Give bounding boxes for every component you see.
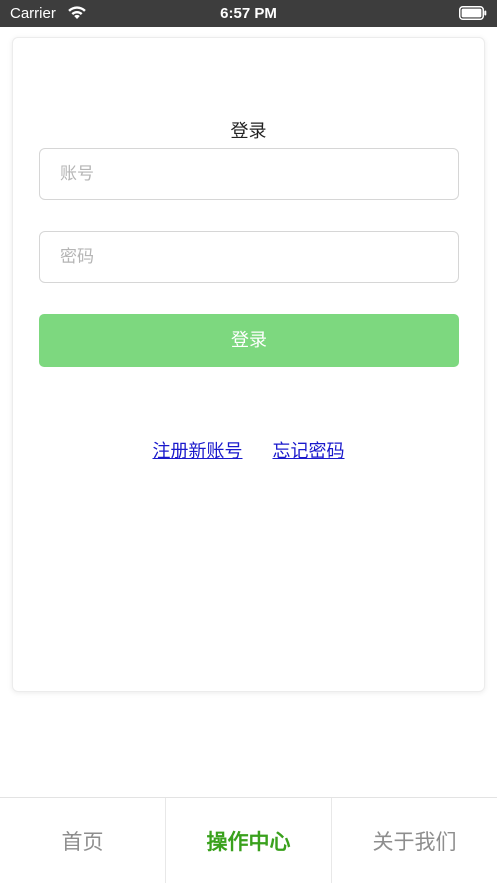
account-input[interactable] xyxy=(39,148,459,200)
login-button[interactable]: 登录 xyxy=(39,314,459,367)
tab-home[interactable]: 首页 xyxy=(0,798,165,883)
bottom-tab-bar: 首页 操作中心 关于我们 xyxy=(0,797,497,883)
battery-full-icon xyxy=(459,6,487,20)
status-time: 6:57 PM xyxy=(220,5,277,22)
status-bar: Carrier 6:57 PM xyxy=(0,0,497,27)
register-link[interactable]: 注册新账号 xyxy=(153,441,243,462)
tab-about-us[interactable]: 关于我们 xyxy=(331,798,497,883)
page-title: 登录 xyxy=(230,121,267,142)
password-input[interactable] xyxy=(39,231,459,283)
auth-links: 注册新账号 忘记密码 xyxy=(13,437,484,463)
login-card: 登录 登录 注册新账号 忘记密码 xyxy=(12,37,485,692)
forgot-password-link[interactable]: 忘记密码 xyxy=(273,441,345,462)
tab-operation-center[interactable]: 操作中心 xyxy=(165,798,331,883)
